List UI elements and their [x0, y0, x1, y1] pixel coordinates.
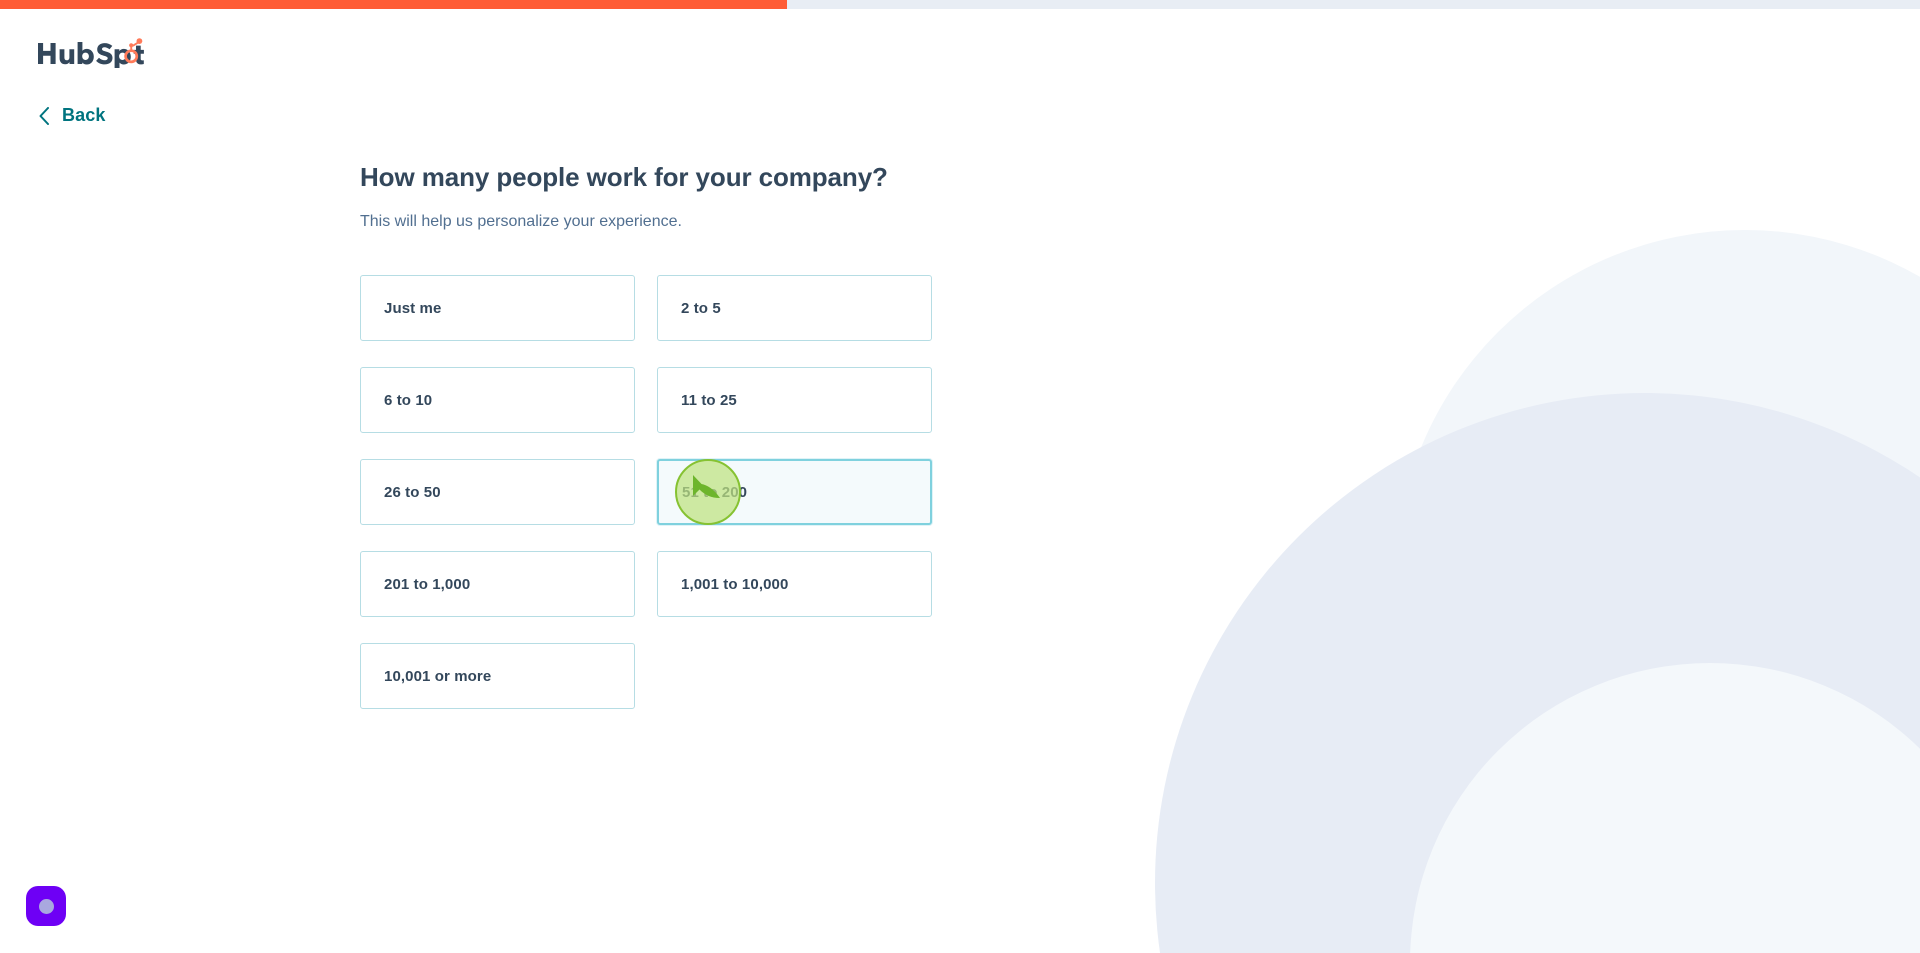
decor-circle-ring	[1155, 393, 1920, 953]
chat-bubble-icon	[38, 898, 54, 914]
option-card-label: 11 to 25	[681, 391, 737, 409]
option-card-label: 201 to 1,000	[384, 575, 471, 593]
option-card[interactable]: 10,001 or more	[360, 643, 635, 709]
background-decoration	[0, 0, 1920, 953]
onboarding-content: How many people work for your company? T…	[360, 160, 940, 709]
onboarding-progress-bar	[0, 0, 1920, 9]
back-link-label: Back	[62, 105, 106, 125]
progress-bar-fill	[0, 0, 788, 9]
decor-circle-inner	[1410, 663, 1920, 953]
hubspot-logo	[36, 36, 148, 68]
option-card-label: 26 to 50	[384, 483, 441, 501]
option-card-label: 2 to 5	[681, 299, 721, 317]
option-card[interactable]: 6 to 10	[360, 367, 635, 433]
option-card-label: Just me	[384, 299, 442, 317]
onboarding-page: Back How many people work for your compa…	[0, 0, 1920, 953]
option-card-label: 10,001 or more	[384, 667, 492, 685]
page-title: How many people work for your company?	[360, 162, 888, 192]
option-card[interactable]: 51 to 200	[657, 459, 932, 525]
option-card[interactable]: Just me	[360, 275, 635, 341]
chevron-left-icon	[38, 106, 50, 125]
option-card[interactable]: 2 to 5	[657, 275, 932, 341]
option-card[interactable]: 11 to 25	[657, 367, 932, 433]
option-card-label: 51 to 200	[682, 483, 748, 501]
page-subtitle: This will help us personalize your exper…	[360, 213, 682, 230]
decor-circle-top	[1395, 230, 1920, 930]
chat-widget-button[interactable]	[26, 886, 66, 926]
option-card[interactable]: 201 to 1,000	[360, 551, 635, 617]
company-size-options: Just me 2 to 5 6 to 10 11 to 25 26 to 50 51 t…	[360, 275, 940, 709]
option-card[interactable]: 1,001 to 10,000	[657, 551, 932, 617]
option-card-label: 1,001 to 10,000	[681, 575, 789, 593]
option-card[interactable]: 26 to 50	[360, 459, 635, 525]
option-card-label: 6 to 10	[384, 391, 433, 409]
back-link[interactable]: Back	[38, 105, 105, 126]
